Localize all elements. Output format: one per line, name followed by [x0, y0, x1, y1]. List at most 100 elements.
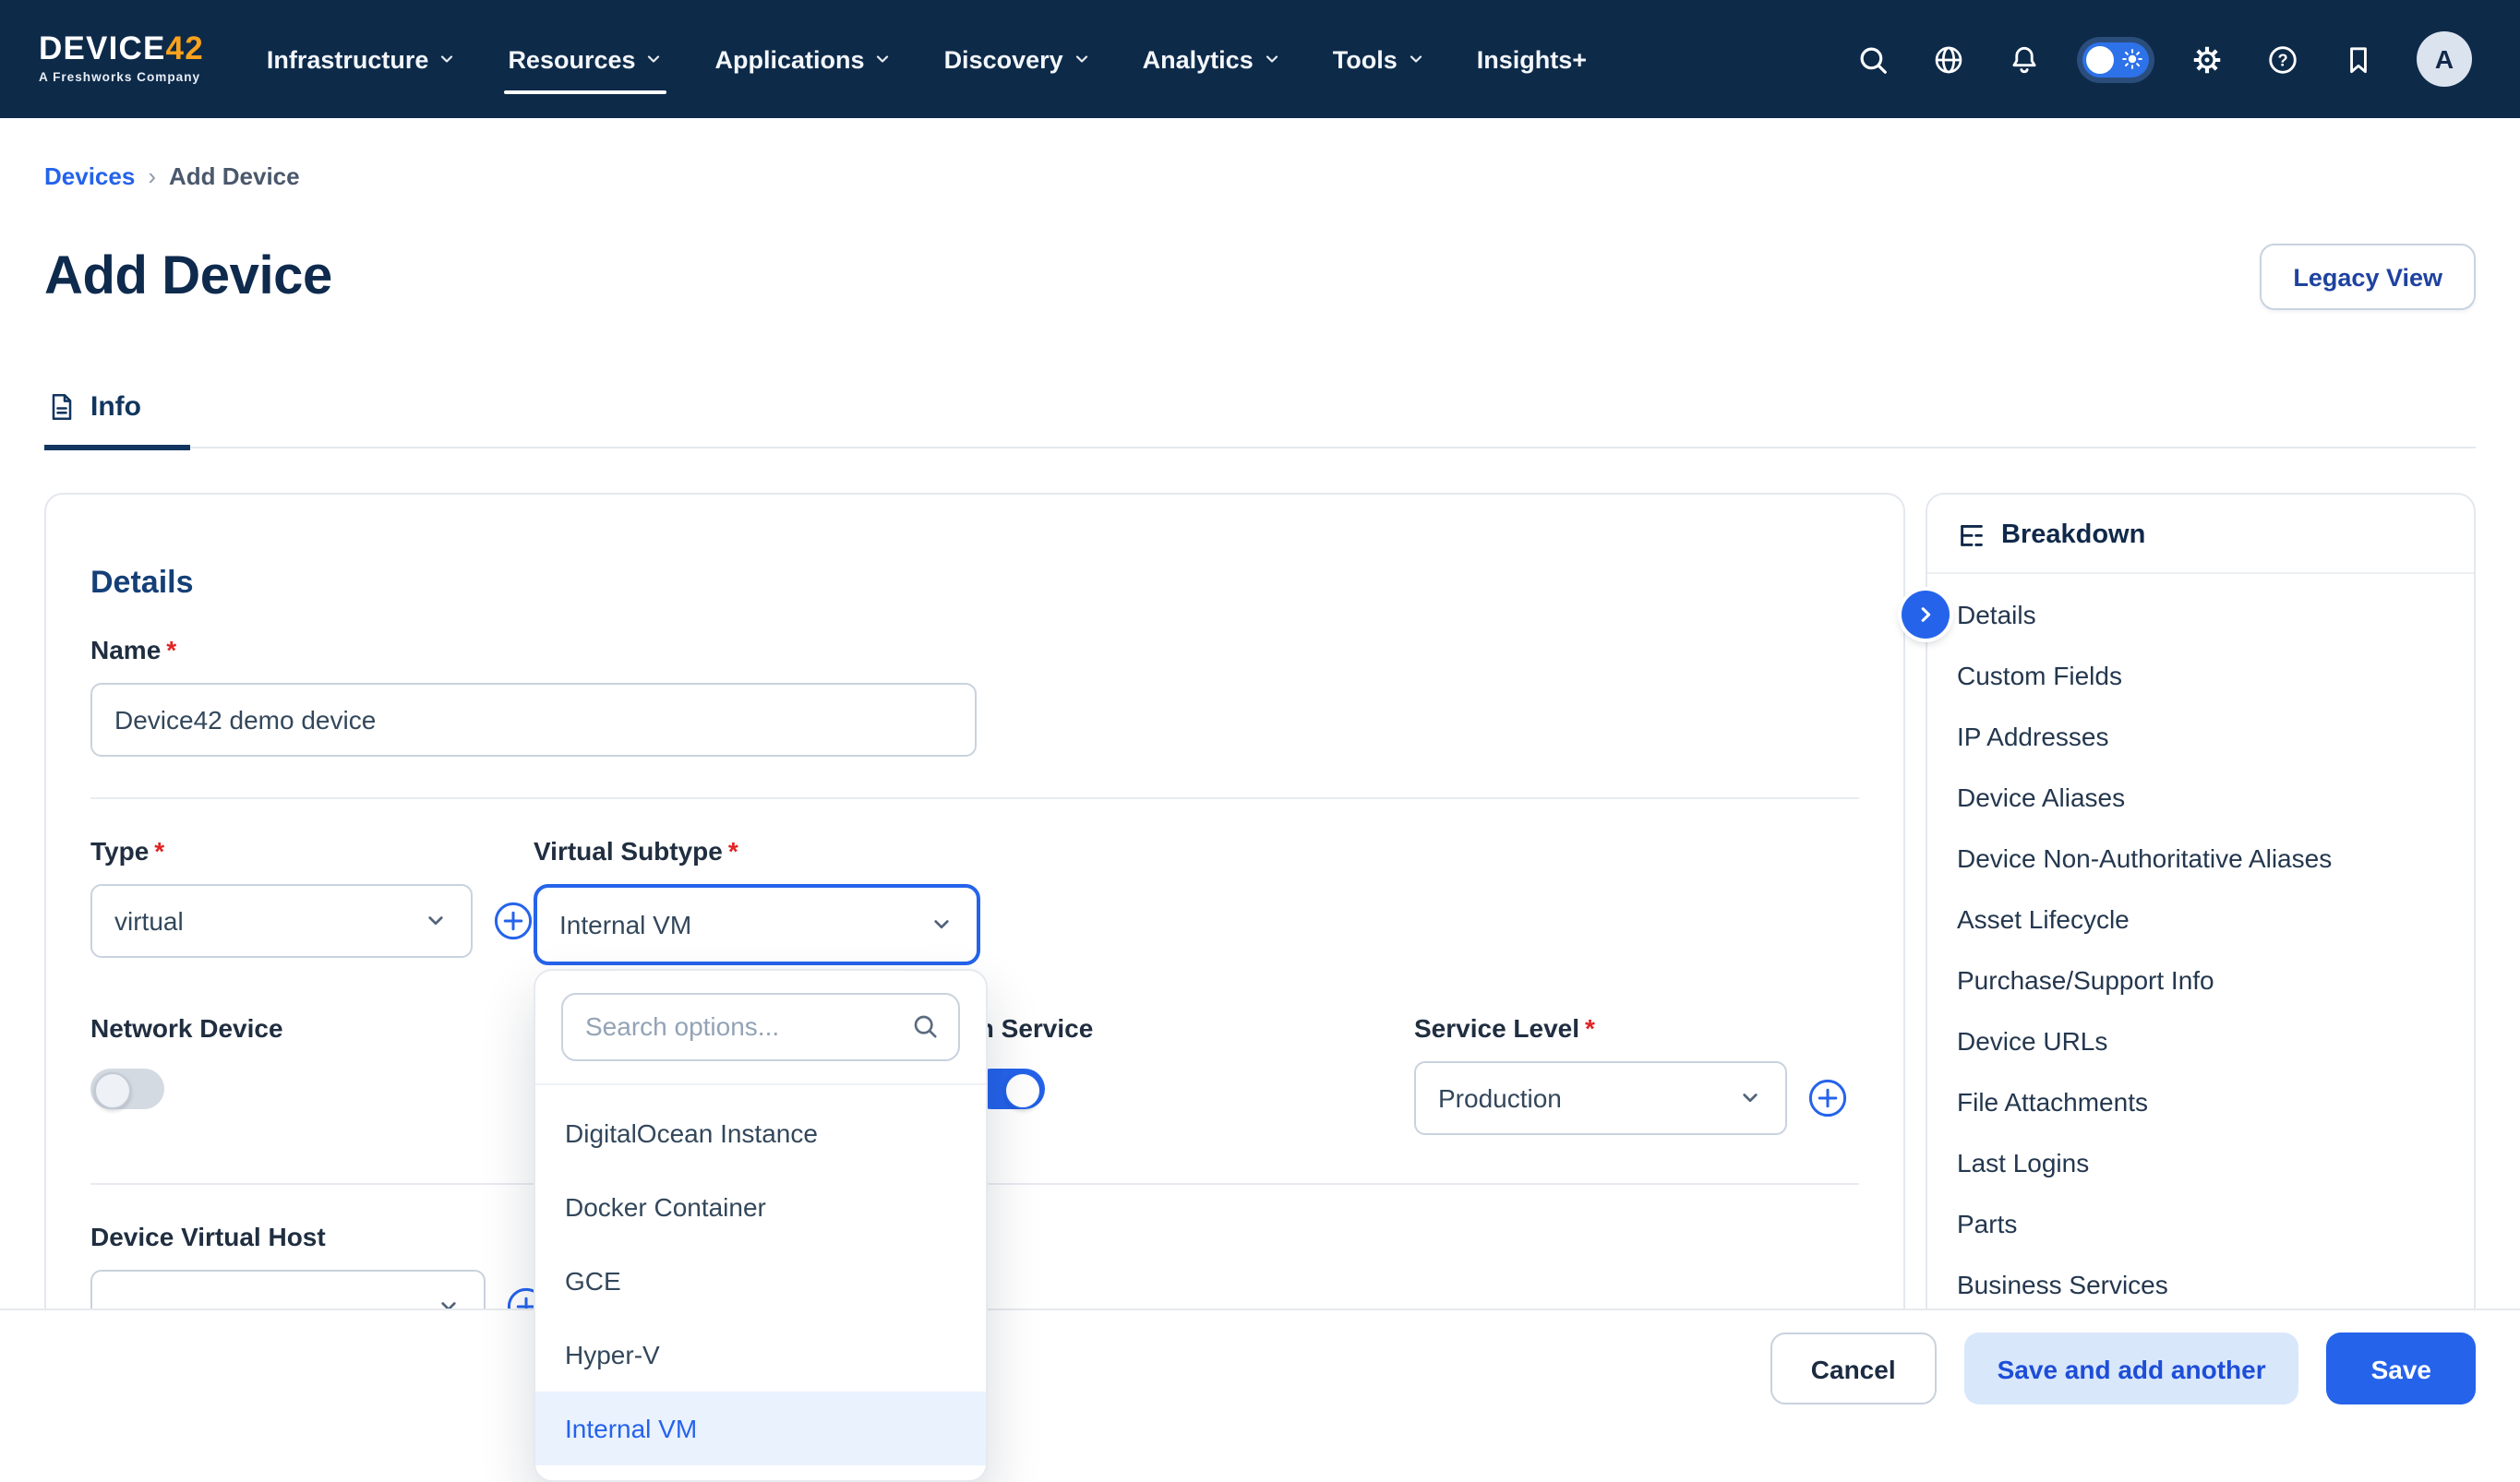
nav-item-insights[interactable]: Insights+	[1451, 0, 1613, 118]
breakdown-item-parts[interactable]: Parts	[1927, 1194, 2474, 1255]
avatar-initial: A	[2435, 44, 2454, 74]
network-device-toggle[interactable]	[90, 1069, 164, 1109]
breakdown-item-ip-addresses[interactable]: IP Addresses	[1927, 707, 2474, 768]
page-body: Devices › Add Device Add Device Legacy V…	[0, 162, 2520, 1397]
service-level-select-value: Production	[1438, 1083, 1562, 1113]
nav-item-analytics[interactable]: Analytics	[1117, 0, 1307, 118]
collapse-panel-button[interactable]	[1902, 591, 1950, 639]
nav-item-discovery[interactable]: Discovery	[918, 0, 1117, 118]
tab-bar: Info	[44, 391, 2476, 448]
type-row: Type* virtual Virtual Subtype	[90, 836, 1859, 965]
breadcrumb-current: Add Device	[169, 162, 300, 190]
chevron-down-icon	[874, 50, 893, 68]
chevron-down-icon	[438, 50, 456, 68]
virtual-subtype-select[interactable]: Internal VM	[534, 884, 980, 965]
cancel-button[interactable]: Cancel	[1770, 1333, 1937, 1404]
content-area: Details Name* Type* virtual	[44, 493, 2476, 1397]
breakdown-item-purchase-support-info[interactable]: Purchase/Support Info	[1927, 950, 2474, 1011]
dropdown-options: DigitalOcean Instance Docker Container G…	[535, 1085, 986, 1465]
breakdown-item-device-aliases[interactable]: Device Aliases	[1927, 768, 2474, 829]
breakdown-item-details[interactable]: Details	[1927, 585, 2474, 646]
footer-action-bar: Cancel Save and add another Save	[0, 1309, 2520, 1427]
logo-number-text: 42	[166, 30, 204, 67]
option-internal-vm[interactable]: Internal VM	[535, 1392, 986, 1465]
chevron-down-icon	[645, 50, 664, 68]
required-marker: *	[166, 635, 176, 664]
chevron-right-icon	[1913, 602, 1938, 627]
nav-item-infrastructure[interactable]: Infrastructure	[241, 0, 483, 118]
in-service-field: In Service	[971, 1013, 1414, 1135]
breakdown-item-business-services[interactable]: Business Services	[1927, 1255, 2474, 1316]
divider	[90, 797, 1859, 799]
name-input[interactable]	[90, 683, 977, 757]
breadcrumb-devices-link[interactable]: Devices	[44, 162, 135, 190]
service-level-field: Service Level* Production	[1414, 1013, 1859, 1135]
theme-toggle[interactable]	[2082, 42, 2149, 77]
save-and-add-another-button[interactable]: Save and add another	[1964, 1333, 2299, 1404]
chevron-down-icon	[1407, 50, 1425, 68]
device42-logo[interactable]: DEVICE42 A Freshworks Company	[39, 34, 204, 85]
breakdown-item-custom-fields[interactable]: Custom Fields	[1927, 646, 2474, 707]
document-icon	[48, 391, 76, 423]
option-hyper-v[interactable]: Hyper-V	[535, 1318, 986, 1392]
breakdown-item-asset-lifecycle[interactable]: Asset Lifecycle	[1927, 890, 2474, 950]
chevron-down-icon	[423, 908, 449, 934]
legacy-view-button[interactable]: Legacy View	[2260, 245, 2476, 311]
service-level-label: Service Level*	[1414, 1013, 1595, 1043]
virtual-subtype-dropdown: DigitalOcean Instance Docker Container G…	[534, 969, 988, 1482]
globe-icon[interactable]	[1931, 42, 1966, 77]
virtual-subtype-label: Virtual Subtype*	[534, 836, 738, 866]
type-field: Type* virtual	[90, 836, 534, 965]
add-type-button[interactable]	[493, 901, 534, 941]
app-root: DEVICE42 A Freshworks Company Infrastruc…	[0, 0, 2520, 1427]
nav-item-applications[interactable]: Applications	[690, 0, 918, 118]
breakdown-item-last-logins[interactable]: Last Logins	[1927, 1133, 2474, 1194]
bell-icon[interactable]	[2007, 42, 2042, 77]
page-title: Add Device	[44, 245, 332, 311]
breakdown-panel: Breakdown Details Custom Fields IP Addre…	[1926, 493, 2476, 1336]
breakdown-list: Details Custom Fields IP Addresses Devic…	[1927, 574, 2474, 1334]
required-marker: *	[728, 836, 738, 866]
settings-gear-icon[interactable]	[2190, 42, 2225, 77]
option-digitalocean-instance[interactable]: DigitalOcean Instance	[535, 1096, 986, 1170]
type-select[interactable]: virtual	[90, 884, 473, 958]
topbar-actions: ? A	[1855, 31, 2472, 87]
logo-wordmark: DEVICE42	[39, 34, 204, 66]
sun-icon	[2119, 46, 2145, 72]
breakdown-header: Breakdown	[1927, 495, 2474, 574]
user-avatar[interactable]: A	[2417, 31, 2472, 87]
title-row: Add Device Legacy View	[44, 209, 2476, 347]
in-service-label: In Service	[971, 1013, 1093, 1043]
breakdown-item-device-non-authoritative-aliases[interactable]: Device Non-Authoritative Aliases	[1927, 829, 2474, 890]
required-marker: *	[154, 836, 164, 866]
name-field: Name*	[90, 635, 1859, 757]
nav-item-tools[interactable]: Tools	[1307, 0, 1451, 118]
section-title-details: Details	[90, 565, 1859, 602]
chevron-down-icon	[1073, 50, 1091, 68]
chevron-down-icon	[1263, 50, 1281, 68]
bookmark-icon[interactable]	[2341, 42, 2376, 77]
save-button[interactable]: Save	[2327, 1333, 2476, 1404]
required-marker: *	[1585, 1013, 1595, 1043]
help-icon[interactable]: ?	[2265, 42, 2300, 77]
tab-info-label: Info	[90, 391, 141, 423]
option-docker-container[interactable]: Docker Container	[535, 1170, 986, 1244]
chevron-down-icon	[1737, 1085, 1763, 1111]
breakdown-title: Breakdown	[2001, 520, 2145, 550]
breakdown-item-device-urls[interactable]: Device URLs	[1927, 1011, 2474, 1072]
option-gce[interactable]: GCE	[535, 1244, 986, 1318]
breadcrumb-separator: ›	[148, 162, 156, 190]
details-card: Details Name* Type* virtual	[44, 493, 1905, 1397]
service-level-select[interactable]: Production	[1414, 1061, 1787, 1135]
dropdown-search-input[interactable]	[561, 993, 960, 1061]
logo-tagline: A Freshworks Company	[39, 72, 204, 85]
tab-info[interactable]: Info	[44, 391, 189, 450]
nav-item-resources[interactable]: Resources	[482, 0, 689, 118]
search-icon[interactable]	[1855, 42, 1890, 77]
breakdown-tree-icon	[1957, 520, 1986, 550]
svg-text:?: ?	[2277, 51, 2287, 69]
name-label: Name*	[90, 635, 176, 664]
breakdown-item-file-attachments[interactable]: File Attachments	[1927, 1072, 2474, 1133]
type-select-value: virtual	[114, 906, 184, 936]
add-service-level-button[interactable]	[1807, 1078, 1848, 1118]
